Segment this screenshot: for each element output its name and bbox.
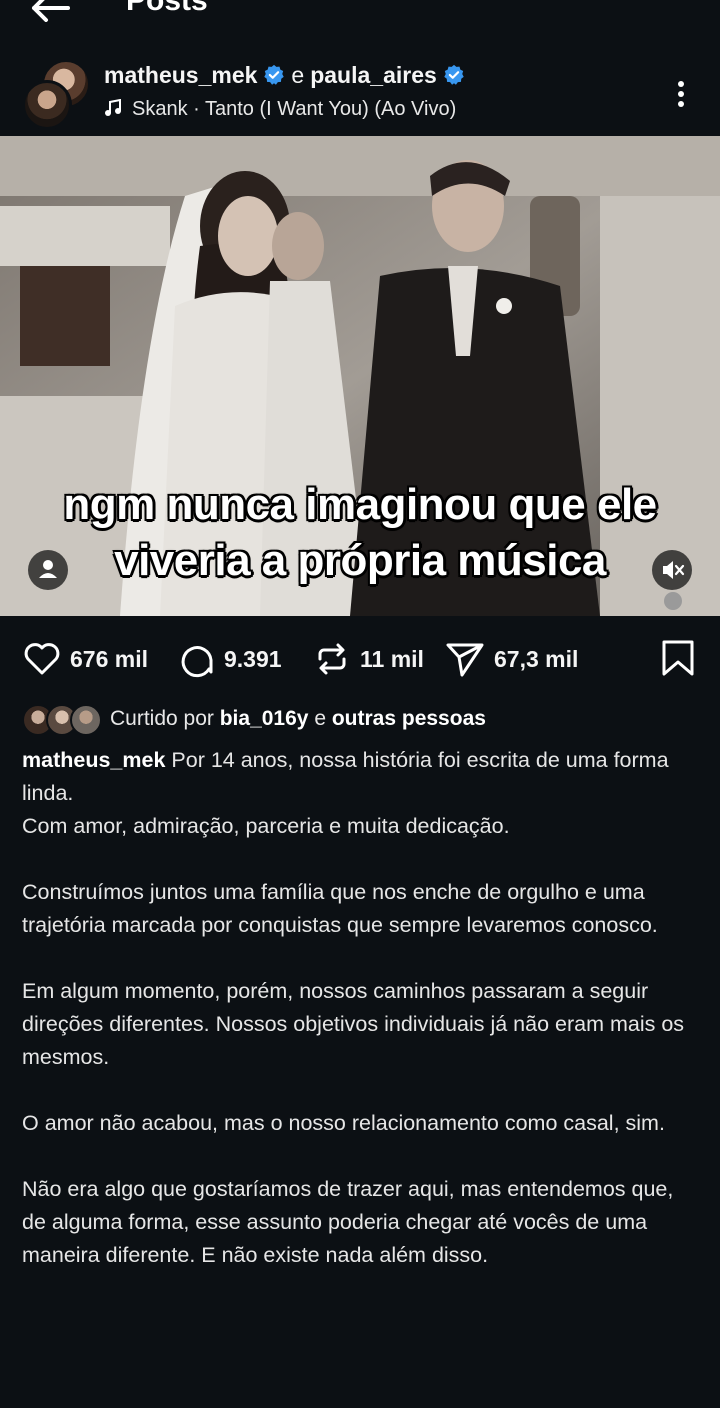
post-authors: matheus_mek e paula_aires [104,62,465,89]
user-tag-icon[interactable] [28,550,68,590]
top-bar: Posts [0,0,720,40]
caption-paragraph: matheus_mek Por 14 anos, nossa história … [22,744,702,843]
like-action[interactable]: 676 mil [22,636,148,682]
liked-by-avatars [22,702,110,736]
post-header: matheus_mek e paula_aires Skank · Tanto (I… [0,54,720,134]
audio-track[interactable]: Skank · Tanto (I Want You) (Ao Vivo) [104,98,456,121]
post-actions: 676 mil 9.391 11 mil 67,3 mil [0,636,720,682]
liked-by-connector: e [314,707,327,730]
likes-count: 676 mil [70,645,148,672]
audio-track-label: Skank · Tanto (I Want You) (Ao Vivo) [132,98,457,120]
caption-paragraph: O amor não acabou, mas o nosso relaciona… [22,1111,665,1135]
overlay-text-line-1: ngm nunca imaginou que ele [63,480,657,529]
muted-speaker-icon[interactable] [652,550,692,590]
repost-action[interactable]: 11 mil [312,636,424,682]
heart-icon [24,643,60,675]
page-title: Posts [126,0,208,17]
post-caption: matheus_mek Por 14 anos, nossa história … [22,744,702,1305]
reposts-count: 11 mil [360,645,424,672]
carousel-indicator [664,592,682,610]
verified-badge-icon [264,64,285,85]
liked-by-user[interactable]: bia_016y [220,707,309,731]
overlay-text-line-2: viveria a própria música [114,536,606,585]
caption-paragraph: Em algum momento, porém, nossos caminhos… [22,979,685,1069]
shares-count: 67,3 mil [494,645,579,672]
comment-action[interactable]: 9.391 [176,636,282,682]
bookmark-icon[interactable] [660,638,696,678]
music-note-icon [105,99,121,116]
authors-connector: e [291,62,305,88]
send-icon [446,643,484,677]
verified-badge-icon [444,64,464,85]
share-action[interactable]: 67,3 mil [444,636,578,682]
caption-username[interactable]: matheus_mek [22,748,165,772]
more-options-icon[interactable] [668,76,694,112]
author-avatar[interactable] [22,80,72,130]
liked-by[interactable]: Curtido por bia_016y e outras pessoas [22,702,486,736]
liked-by-prefix: Curtido por [110,707,214,730]
collaborator-username[interactable]: paula_aires [310,62,437,88]
comments-count: 9.391 [224,645,282,672]
author-username[interactable]: matheus_mek [104,62,257,88]
post-media[interactable]: ngm nunca imaginou que ele viveria a pró… [0,136,720,616]
caption-paragraph: Construímos juntos uma família que nos e… [22,880,658,937]
caption-paragraph: Não era algo que gostaríamos de trazer a… [22,1177,674,1267]
repost-icon [318,643,346,675]
comment-icon [181,646,213,678]
back-arrow-icon[interactable] [28,0,72,22]
avatar [70,704,102,736]
liked-by-others[interactable]: outras pessoas [332,707,486,731]
